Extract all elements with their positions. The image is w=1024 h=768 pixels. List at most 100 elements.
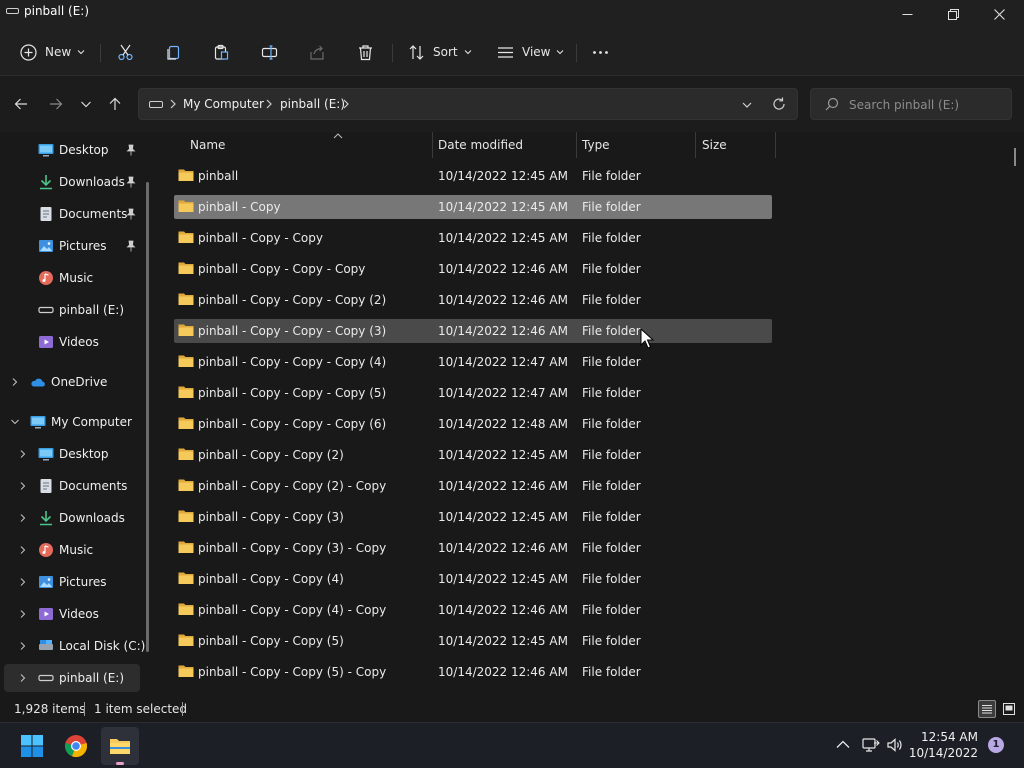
column-divider[interactable] bbox=[695, 132, 696, 158]
sidebar-item-music-pc[interactable]: Music bbox=[4, 536, 140, 564]
file-list-scrollbar[interactable] bbox=[1014, 148, 1016, 166]
title-bar[interactable]: pinball (E:) bbox=[0, 0, 1024, 28]
start-button[interactable] bbox=[13, 727, 51, 765]
column-header-label: Size bbox=[702, 138, 727, 152]
file-row[interactable]: pinball - Copy - Copy - Copy (4) 10/14/20… bbox=[174, 350, 772, 374]
copy-icon bbox=[167, 45, 180, 60]
maximize-button[interactable] bbox=[930, 0, 976, 28]
drive-icon bbox=[6, 8, 19, 14]
file-row[interactable]: pinball - Copy - Copy - Copy (5) 10/14/20… bbox=[174, 381, 772, 405]
sidebar-item-pictures-pc[interactable]: Pictures bbox=[4, 568, 140, 596]
address-bar[interactable]: My Computer pinball (E:) bbox=[138, 88, 798, 120]
sidebar-item-videos[interactable]: Videos bbox=[4, 328, 140, 356]
sidebar-item-pictures[interactable]: Pictures bbox=[4, 232, 140, 260]
pin-icon[interactable] bbox=[125, 208, 137, 220]
sidebar-scrollbar[interactable] bbox=[146, 182, 149, 652]
file-row[interactable]: pinball - Copy 10/14/2022 12:45 AM File fo… bbox=[174, 195, 772, 219]
sidebar-item-documents[interactable]: Documents bbox=[4, 200, 140, 228]
network-icon[interactable] bbox=[862, 736, 880, 754]
chevron-right-icon[interactable] bbox=[18, 513, 28, 523]
file-row[interactable]: pinball - Copy - Copy - Copy (6) 10/14/20… bbox=[174, 412, 772, 436]
minimize-button[interactable] bbox=[884, 0, 930, 28]
sort-button[interactable]: Sort bbox=[408, 36, 472, 68]
chevron-right-icon[interactable] bbox=[18, 577, 28, 587]
chevron-right-icon[interactable] bbox=[18, 449, 28, 459]
pin-icon[interactable] bbox=[125, 144, 137, 156]
back-button[interactable] bbox=[9, 92, 33, 116]
file-explorer-taskbar-button[interactable] bbox=[101, 727, 139, 765]
column-header-size[interactable]: Size bbox=[702, 132, 774, 158]
chevron-down-icon[interactable] bbox=[10, 417, 20, 427]
chevron-right-icon[interactable] bbox=[18, 609, 28, 619]
chevron-right-icon[interactable] bbox=[18, 481, 28, 491]
more-options-button[interactable] bbox=[592, 36, 609, 68]
sidebar-item-my-computer[interactable]: My Computer bbox=[4, 408, 140, 436]
chevron-right-icon[interactable] bbox=[18, 641, 28, 651]
new-button[interactable]: New bbox=[20, 36, 85, 68]
file-name: pinball - Copy - Copy bbox=[198, 231, 323, 245]
pin-icon[interactable] bbox=[125, 240, 137, 252]
sidebar-item-local-disk[interactable]: Local Disk (C:) bbox=[4, 632, 145, 660]
rename-button[interactable] bbox=[261, 36, 278, 68]
sidebar-item-music[interactable]: Music bbox=[4, 264, 140, 292]
sidebar-item-desktop-pc[interactable]: Desktop bbox=[4, 440, 140, 468]
file-row[interactable]: pinball - Copy - Copy - Copy (3) 10/14/20… bbox=[174, 319, 772, 343]
chrome-taskbar-button[interactable] bbox=[57, 727, 95, 765]
file-type: File folder bbox=[582, 510, 641, 524]
tiles-view-button[interactable] bbox=[1000, 700, 1018, 718]
file-row[interactable]: pinball - Copy - Copy - Copy 10/14/2022 1… bbox=[174, 257, 772, 281]
cut-button[interactable] bbox=[117, 36, 134, 68]
details-view-button[interactable] bbox=[978, 700, 996, 718]
file-row[interactable]: pinball - Copy - Copy 10/14/2022 12:45 AM… bbox=[174, 226, 772, 250]
sidebar-item-documents-pc[interactable]: Documents bbox=[4, 472, 140, 500]
share-button[interactable] bbox=[309, 36, 326, 68]
file-row[interactable]: pinball - Copy - Copy (3) - Copy 10/14/20… bbox=[174, 536, 772, 560]
breadcrumb-my-computer[interactable]: My Computer bbox=[183, 97, 264, 111]
sidebar-item-downloads[interactable]: Downloads bbox=[4, 168, 140, 196]
sidebar-item-downloads-pc[interactable]: Downloads bbox=[4, 504, 140, 532]
forward-button[interactable] bbox=[44, 92, 68, 116]
chevron-right-icon[interactable] bbox=[18, 545, 28, 555]
paste-button[interactable] bbox=[213, 36, 230, 68]
search-input[interactable] bbox=[849, 95, 1007, 115]
chevron-right-icon[interactable] bbox=[10, 377, 20, 387]
pin-icon[interactable] bbox=[125, 176, 137, 188]
column-header-name[interactable]: Name bbox=[190, 132, 430, 158]
delete-button[interactable] bbox=[357, 36, 374, 68]
file-row[interactable]: pinball - Copy - Copy (5) 10/14/2022 12:4… bbox=[174, 629, 772, 653]
sidebar-item-videos-pc[interactable]: Videos bbox=[4, 600, 140, 628]
file-row[interactable]: pinball - Copy - Copy (2) 10/14/2022 12:4… bbox=[174, 443, 772, 467]
file-row[interactable]: pinball - Copy - Copy (3) 10/14/2022 12:4… bbox=[174, 505, 772, 529]
view-button[interactable]: View bbox=[497, 36, 564, 68]
column-divider[interactable] bbox=[775, 132, 776, 158]
file-row[interactable]: pinball - Copy - Copy (2) - Copy 10/14/20… bbox=[174, 474, 772, 498]
file-row[interactable]: pinball - Copy - Copy (5) - Copy 10/14/20… bbox=[174, 660, 772, 684]
up-button[interactable] bbox=[103, 92, 127, 116]
file-row[interactable]: pinball - Copy - Copy - Copy (2) 10/14/20… bbox=[174, 288, 772, 312]
sidebar-item-pinball-drive-pc[interactable]: pinball (E:) bbox=[4, 664, 140, 692]
search-box[interactable] bbox=[810, 88, 1012, 120]
chevron-right-icon[interactable] bbox=[18, 673, 28, 683]
file-row[interactable]: pinball - Copy - Copy (4) 10/14/2022 12:4… bbox=[174, 567, 772, 591]
volume-icon[interactable] bbox=[886, 736, 904, 754]
column-divider[interactable] bbox=[576, 132, 577, 158]
recent-locations-button[interactable] bbox=[74, 92, 98, 116]
refresh-icon[interactable] bbox=[771, 96, 787, 112]
file-list[interactable]: Name Date modified Type Size pinball 10/1… bbox=[160, 132, 1024, 694]
close-button[interactable] bbox=[976, 0, 1022, 28]
copy-button[interactable] bbox=[165, 36, 182, 68]
sidebar-item-onedrive[interactable]: OneDrive bbox=[4, 368, 140, 396]
column-header-type[interactable]: Type bbox=[582, 132, 694, 158]
clock-time: 12:54 AM bbox=[921, 730, 978, 744]
file-row[interactable]: pinball - Copy - Copy (4) - Copy 10/14/20… bbox=[174, 598, 772, 622]
system-clock[interactable]: 12:54 AM 10/14/2022 bbox=[908, 729, 978, 761]
file-row[interactable]: pinball 10/14/2022 12:45 AM File folder bbox=[174, 164, 772, 188]
sidebar-item-pinball-drive[interactable]: pinball (E:) bbox=[4, 296, 140, 324]
notification-badge[interactable]: 1 bbox=[988, 737, 1004, 753]
sidebar-item-desktop[interactable]: Desktop bbox=[4, 136, 140, 164]
column-divider[interactable] bbox=[432, 132, 433, 158]
breadcrumb-pinball-drive[interactable]: pinball (E:) bbox=[280, 97, 345, 111]
address-dropdown-icon[interactable] bbox=[739, 97, 755, 113]
chevron-up-icon[interactable] bbox=[834, 736, 852, 754]
column-header-date-modified[interactable]: Date modified bbox=[438, 132, 576, 158]
